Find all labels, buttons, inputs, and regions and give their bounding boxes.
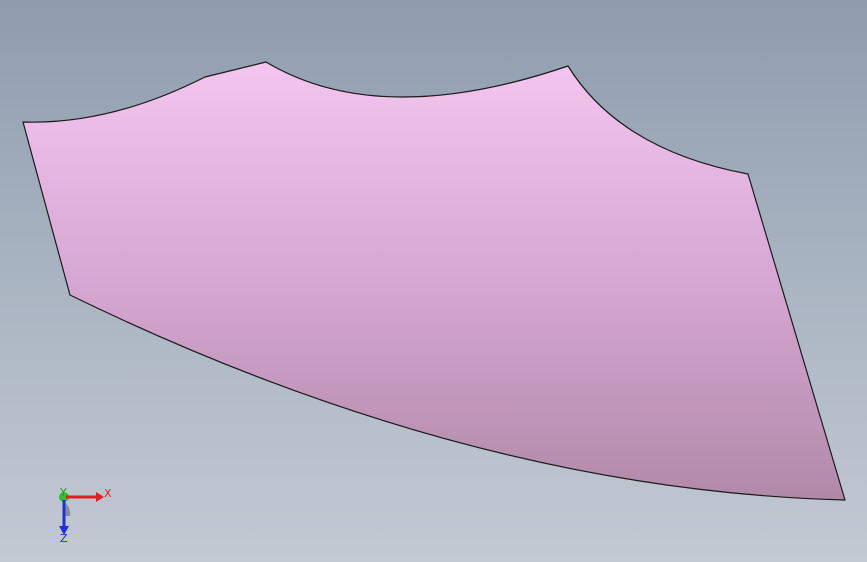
part-view[interactable] [0, 0, 867, 562]
y-axis-label: Y [59, 486, 67, 499]
x-axis-label: X [104, 487, 112, 500]
x-axis-arrowhead [96, 492, 104, 502]
axis-triad: X Y Z [59, 486, 112, 545]
part-face[interactable] [22, 61, 846, 501]
z-axis-label: Z [60, 532, 68, 545]
3d-viewport[interactable]: X Y Z [0, 0, 867, 562]
